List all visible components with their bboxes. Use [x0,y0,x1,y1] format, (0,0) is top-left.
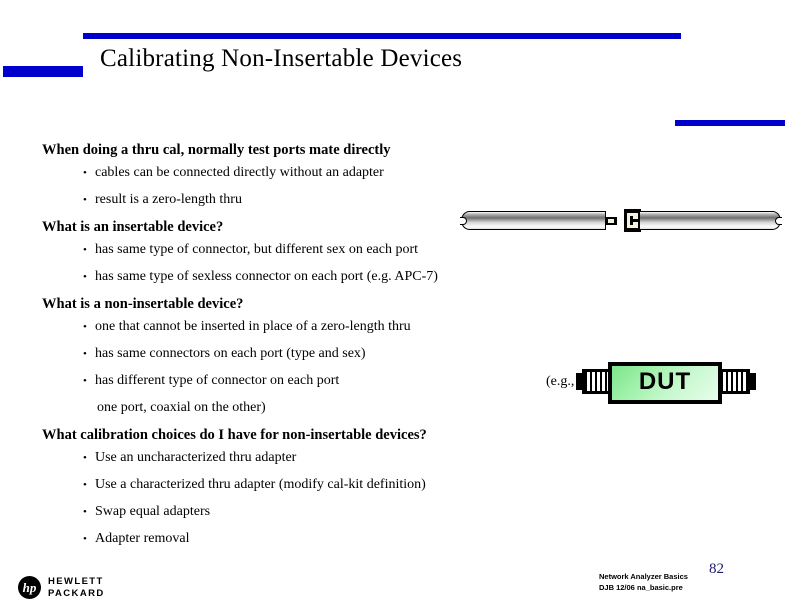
section-heading-3: What is a non-insertable device? [42,296,244,312]
dut-example-label: (e.g., [546,374,575,389]
bullet-dot-icon: • [83,271,87,283]
dut-diagram: (e.g., DUT [546,362,786,410]
footer-note-line1: Network Analyzer Basics [599,572,688,581]
title-rule-left [3,66,83,77]
hp-wordmark-line1: HEWLETT [48,576,104,587]
hp-wordmark: HEWLETT PACKARD [48,576,105,600]
footer-note: Network Analyzer Basics DJB 12/06 na_bas… [599,572,688,593]
list-item: • has different type of connector on eac… [42,373,522,389]
page-title: Calibrating Non-Insertable Devices [100,45,463,72]
hp-wordmark-line2: PACKARD [48,588,105,599]
bullet-dot-icon: • [83,194,87,206]
list-item: • has same connectors on each port (type… [42,346,522,362]
list-item: • Use a characterized thru adapter (modi… [42,477,522,493]
male-connector-pin-icon [608,219,614,223]
list-item: • cables can be connected directly witho… [42,165,522,181]
footer-note-line2: DJB 12/06 na_basic.pre [599,582,683,592]
list-item-label: has different type of connector on each … [95,373,340,388]
list-item: • has same type of connector, but differ… [42,242,522,258]
female-connector-slot-horizontal-icon [630,219,638,222]
accent-rule-right [675,120,785,126]
slide-canvas: Calibrating Non-Insertable Devices When … [0,0,792,612]
section-heading-2: What is an insertable device? [42,219,224,235]
list-item-label: one that cannot be inserted in place of … [95,319,411,334]
list-item-label: Use a characterized thru adapter (modify… [95,477,426,492]
cable-end-notch-right-icon [775,217,782,225]
title-rule-top [83,33,681,39]
bullet-dot-icon: • [83,375,87,387]
content-body: When doing a thru cal, normally test por… [42,142,522,558]
bullet-dot-icon: • [83,321,87,333]
list-item: • has same type of sexless connector on … [42,269,522,285]
bullet-dot-icon: • [83,348,87,360]
list-item-label: cables can be connected directly without… [95,165,384,180]
page-number: 82 [709,561,724,577]
cable-segment-right-icon [639,211,781,230]
bullet-dot-icon: • [83,533,87,545]
list-item-label: has same type of sexless connector on ea… [95,269,438,284]
bullet-dot-icon: • [83,479,87,491]
dut-cable-stub-right-icon [749,373,756,390]
cable-segment-left-icon [461,211,606,230]
list-item-continuation: one port, coaxial on the other) [97,400,266,415]
list-item-label: Adapter removal [95,531,190,546]
cable-connector-diagram [460,209,782,233]
hewlett-packard-logo: hp HEWLETT PACKARD [18,576,118,600]
list-item-label: has same connectors on each port (type a… [95,346,366,361]
list-item: • result is a zero-length thru [42,192,522,208]
bullet-dot-icon: • [83,167,87,179]
list-item-label: Use an uncharacterized thru adapter [95,450,297,465]
hp-logo-mark-text: hp [22,580,37,595]
list-item-label: Swap equal adapters [95,504,211,519]
bullet-dot-icon: • [83,244,87,256]
list-item: • Adapter removal [42,531,522,547]
list-item: • Use an uncharacterized thru adapter [42,450,522,466]
dut-connector-right-icon [718,369,750,394]
list-item: • Swap equal adapters [42,504,522,520]
list-item-label: result is a zero-length thru [95,192,242,207]
bullet-dot-icon: • [83,506,87,518]
section-heading-1: When doing a thru cal, normally test por… [42,142,391,158]
list-item-label: has same type of connector, but differen… [95,242,419,257]
section-heading-4: What calibration choices do I have for n… [42,427,427,443]
dut-label: DUT [638,368,692,395]
list-item: • one that cannot be inserted in place o… [42,319,522,335]
bullet-dot-icon: • [83,452,87,464]
